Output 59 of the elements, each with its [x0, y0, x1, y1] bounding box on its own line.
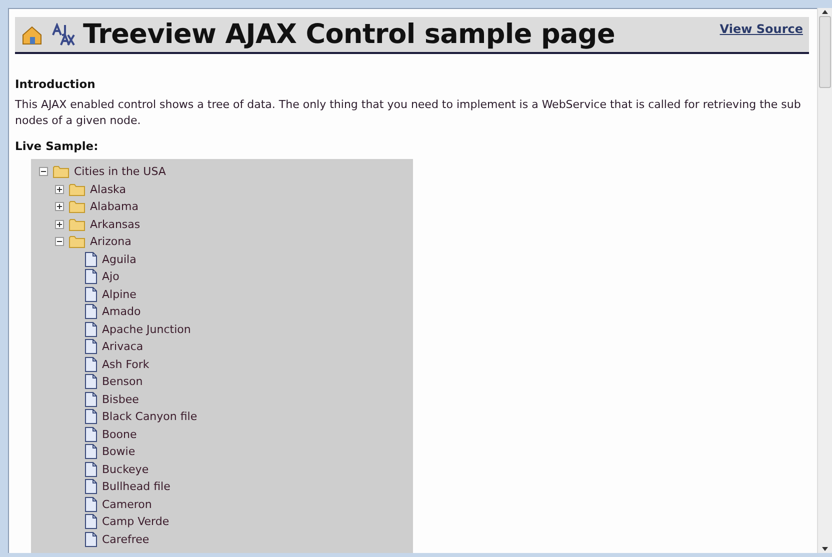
collapse-icon[interactable]	[39, 167, 48, 176]
document-icon	[85, 392, 97, 407]
document-icon	[85, 426, 97, 442]
document-icon	[85, 356, 97, 372]
tree-node-label[interactable]: Buckeye	[102, 462, 149, 476]
document-icon	[85, 496, 97, 512]
tree-node-label[interactable]: Boone	[102, 428, 137, 441]
folder-icon	[69, 200, 85, 214]
intro-paragraph: This AJAX enabled control shows a tree of data. The only thing that you need to implement is a WebService that is called for retrieving the sub nodes of a given node.	[15, 97, 802, 129]
page-title: Treeview AJAX Control sample page	[83, 19, 616, 50]
folder-icon	[69, 182, 85, 196]
tree-node-label[interactable]: Alaska	[90, 182, 126, 196]
expand-icon[interactable]	[55, 184, 64, 194]
section-heading: Live Sample:	[15, 139, 100, 153]
document-icon	[85, 304, 97, 320]
view-source-link[interactable]: View Source	[720, 22, 803, 36]
tree-node-label[interactable]: Bullhead file	[102, 480, 170, 494]
ajax-logo-icon	[51, 22, 75, 46]
tree-node-label[interactable]: Amado	[102, 305, 141, 318]
scrollbar[interactable]	[817, 8, 832, 553]
document-icon	[85, 444, 97, 460]
tree-node-label[interactable]: Aguila	[102, 252, 136, 266]
document-icon	[85, 374, 97, 390]
tree-node-label[interactable]: Cities in the USA	[74, 165, 166, 178]
document-icon	[85, 479, 97, 494]
tree-node-label[interactable]: Alpine	[102, 288, 136, 301]
tree-node-label[interactable]: Bisbee	[102, 392, 139, 406]
document-icon	[85, 532, 97, 547]
document-icon	[85, 269, 97, 284]
folder-icon	[69, 218, 85, 231]
folder-icon	[53, 165, 69, 178]
document-icon	[85, 252, 97, 267]
scroll-down-icon[interactable]	[821, 545, 829, 553]
tree-node-label[interactable]: Apache Junction	[102, 322, 191, 336]
expand-icon[interactable]	[55, 220, 64, 229]
tree-node-label[interactable]: Benson	[102, 375, 143, 388]
expand-icon[interactable]	[55, 202, 64, 212]
tree-node-label[interactable]: Black Canyon file	[102, 410, 198, 424]
document-icon	[85, 339, 97, 354]
tree-node-label[interactable]: Carefree	[102, 532, 150, 546]
section-heading: Introduction	[15, 77, 96, 91]
tree-node-label[interactable]: Arizona	[90, 235, 132, 248]
document-icon	[85, 409, 97, 424]
tree-node-label[interactable]: Camp Verde	[102, 515, 170, 528]
tree-node-label[interactable]: Bowie	[102, 445, 136, 458]
document-icon	[85, 514, 97, 530]
tree-node-label[interactable]: Cameron	[102, 498, 152, 511]
document-icon	[85, 286, 97, 302]
tree-node-label[interactable]: Ash Fork	[102, 358, 150, 371]
folder-icon	[69, 235, 85, 248]
collapse-icon[interactable]	[55, 237, 64, 246]
tree-node-label[interactable]: Arivaca	[102, 340, 144, 354]
tree-node-label[interactable]: Alabama	[90, 200, 139, 214]
tree-node-label[interactable]: Arkansas	[90, 218, 140, 231]
tree-node-label[interactable]: Ajo	[102, 270, 120, 284]
document-icon	[85, 462, 97, 477]
house-icon	[21, 24, 43, 46]
document-icon	[85, 322, 97, 337]
scroll-thumb[interactable]	[819, 16, 831, 88]
